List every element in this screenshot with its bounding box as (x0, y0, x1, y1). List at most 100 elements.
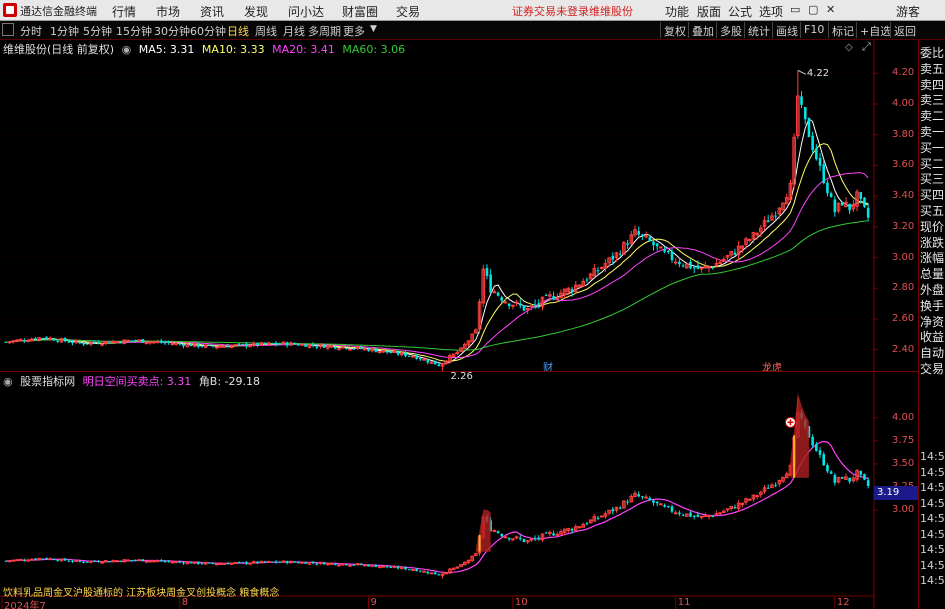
period-intraday[interactable]: 分时 (20, 23, 42, 39)
candle-body-down (489, 274, 492, 293)
buy-zone-fill (475, 509, 491, 552)
candle-body-up (26, 340, 30, 343)
candle-body-down (45, 337, 48, 339)
indicator-candle-down (333, 563, 337, 565)
indicator-legend: ◉ 股票指标网 明日空间买卖点: 3.31 角B: -29.18 (3, 373, 264, 389)
indicator-candle-down (130, 560, 133, 562)
period-30min[interactable]: 30分钟 (154, 23, 190, 39)
candle-body-down (178, 343, 182, 345)
indicator-pane[interactable]: ◉ 股票指标网 明日空间买卖点: 3.31 角B: -29.18 4.00 3.7… (0, 371, 918, 609)
menu-layout[interactable]: 版面 (697, 3, 721, 20)
candle-body-down (293, 343, 296, 345)
app-title: 通达信金融终端 (20, 5, 97, 18)
candle-body-down (82, 343, 85, 345)
period-5min[interactable]: 5分钟 (83, 23, 112, 39)
add-watchlist-button[interactable]: +自选 (856, 22, 894, 38)
minimize-icon[interactable]: ▭ (790, 3, 800, 16)
indicator-tick-label: 3.00 (892, 504, 915, 516)
indicator-candle-up (144, 560, 149, 563)
candle-body-down (822, 164, 826, 184)
indicator-candle-up (363, 564, 367, 567)
period-weekly[interactable]: 周线 (255, 23, 277, 39)
adjust-button[interactable]: 复权 (660, 22, 689, 38)
trade-time-label: 14:56 (920, 481, 945, 494)
candle-body-down (485, 268, 489, 276)
candle-body-down (119, 341, 122, 343)
candle-body-up (266, 342, 271, 345)
statistics-button[interactable]: 统计 (744, 22, 773, 38)
indicator-candle-down (208, 562, 211, 564)
candle-body-up (144, 342, 149, 345)
candle-body-down (859, 192, 863, 199)
candle-body-down (626, 243, 629, 245)
indicator-candle-up (599, 515, 604, 518)
menu-news[interactable]: 资讯 (200, 3, 224, 20)
menu-ask-xiaoda[interactable]: 问小达 (288, 3, 324, 20)
indicator-candle-up (233, 561, 238, 564)
kline-chart-svg[interactable] (0, 40, 918, 371)
period-multi[interactable]: 多周期 (308, 23, 341, 39)
menu-market[interactable]: 市场 (156, 3, 180, 20)
period-15min[interactable]: 15分钟 (116, 23, 152, 39)
price-tick-label: 2.80 (892, 282, 915, 294)
indicator-chart-svg[interactable] (0, 372, 918, 609)
diamond-icon[interactable]: ◇ (845, 42, 853, 53)
legend-settings-icon[interactable]: ◉ (122, 43, 132, 56)
candle-body-down (367, 348, 370, 352)
stock-period-label: 维维股份(日线 前复权) (3, 43, 115, 56)
quote-field-label: 涨幅 (920, 251, 945, 266)
indicator-candle-down (311, 562, 315, 564)
indicator-candle-down (419, 570, 422, 572)
more-dropdown-icon[interactable]: ▼ (370, 24, 377, 34)
guest-user[interactable]: 游客 (896, 3, 920, 20)
indicator-candle-up (11, 559, 16, 562)
trade-time-label: 14:56 (920, 527, 945, 541)
trade-time-label: 14:56 (920, 558, 945, 572)
candle-body-down (226, 345, 230, 348)
menu-functions[interactable]: 功能 (665, 3, 689, 20)
period-1min[interactable]: 1分钟 (50, 23, 79, 39)
candle-body-down (274, 342, 278, 345)
expand-icon[interactable]: ⤢ (862, 40, 871, 54)
quote-field-label[interactable]: 自动 (920, 344, 944, 361)
current-value-tag: 3.19 (874, 486, 918, 500)
indicator-candle-down (385, 566, 389, 568)
menu-trade[interactable]: 交易 (396, 3, 420, 20)
indicator-candle-down (271, 561, 274, 563)
quote-field-label[interactable]: 交易 (920, 360, 944, 377)
multi-stock-button[interactable]: 多股 (716, 22, 745, 38)
menu-wealth-circle[interactable]: 财富圈 (342, 3, 378, 20)
price-tick-label: 2.60 (892, 312, 915, 324)
candle-body-down (23, 340, 26, 342)
candle-body-down (211, 345, 215, 347)
menu-quotes[interactable]: 行情 (112, 3, 136, 20)
indicator-candle-up (15, 559, 19, 562)
period-more[interactable]: 更多 (343, 23, 365, 39)
login-status[interactable]: 证券交易未登录 (512, 3, 589, 19)
indicator-candle-down (159, 560, 163, 562)
candle-body-down (159, 340, 163, 343)
menu-formula[interactable]: 公式 (728, 3, 752, 20)
draw-line-button[interactable]: 画线 (772, 22, 801, 38)
period-60min[interactable]: 60分钟 (190, 23, 226, 39)
period-monthly[interactable]: 月线 (283, 23, 305, 39)
mark-button[interactable]: 标记 (828, 22, 857, 38)
close-icon[interactable]: ✕ (826, 3, 835, 16)
indicator-candle-up (74, 559, 78, 562)
indicator-candle-down (67, 560, 71, 562)
period-daily[interactable]: 日线 (227, 23, 249, 39)
candle-body-down (533, 304, 537, 306)
indicator-settings-icon[interactable]: ◉ (3, 375, 13, 388)
indicator-candle-down (108, 561, 111, 563)
menu-options[interactable]: 选项 (759, 3, 783, 20)
panel-toggle-icon[interactable] (2, 23, 14, 36)
date-tick-label: 12 (836, 597, 850, 608)
price-tick-label: 3.20 (892, 220, 915, 232)
back-button[interactable]: 返回 (890, 22, 919, 38)
candle-body-up (218, 345, 223, 348)
f10-button[interactable]: F10 (800, 22, 827, 38)
kline-chart-pane[interactable]: 维维股份(日线 前复权) ◉ MA5: 3.31 MA10: 3.33 MA20… (0, 40, 918, 382)
restore-icon[interactable]: ▢ (808, 3, 818, 16)
overlay-button[interactable]: 叠加 (688, 22, 717, 38)
menu-discover[interactable]: 发现 (244, 3, 268, 20)
